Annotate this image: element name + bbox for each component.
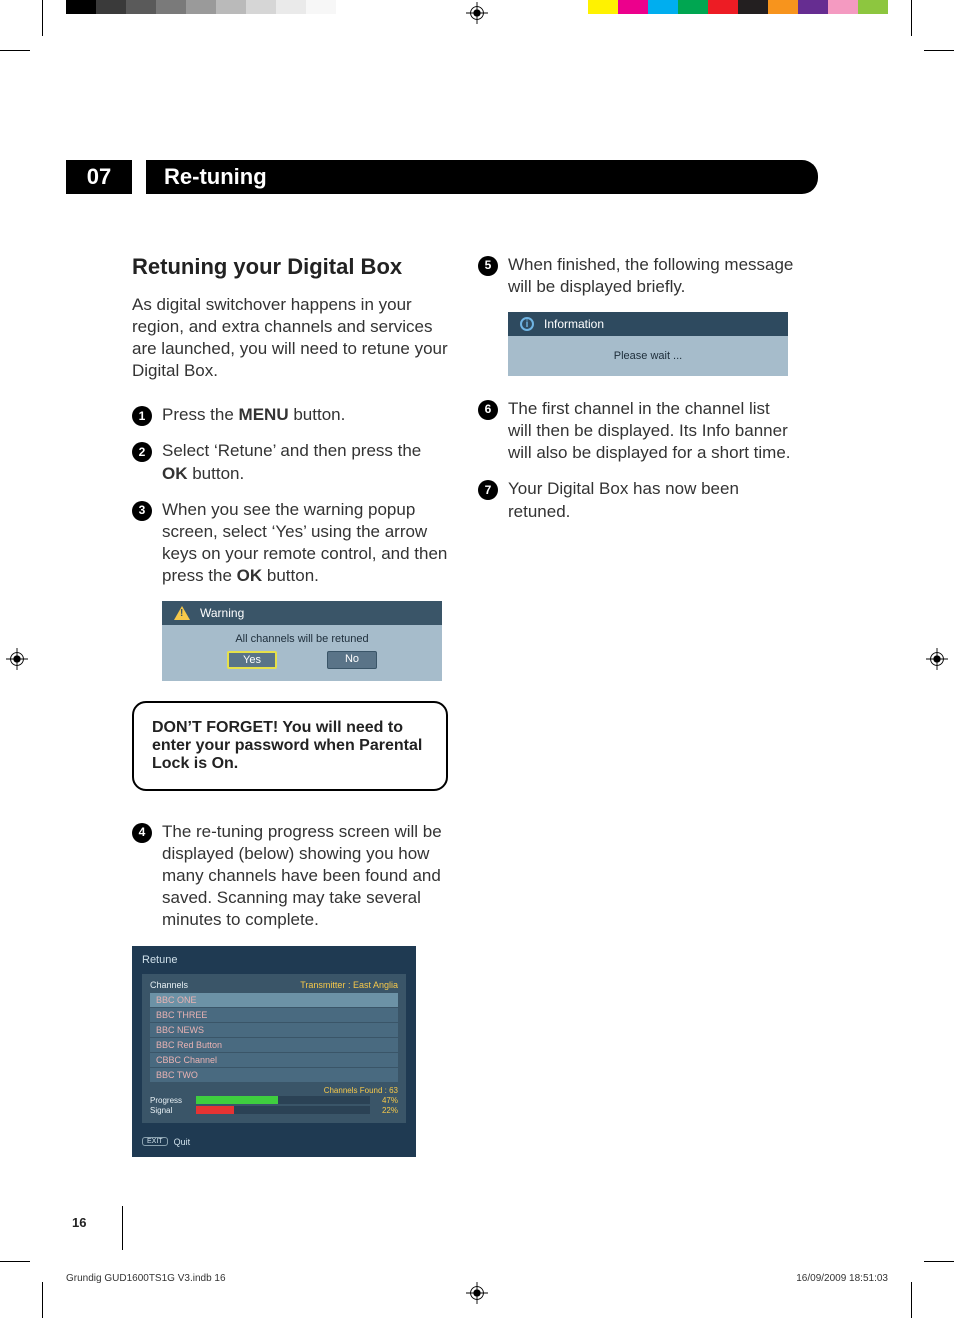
channel-row: BBC NEWS (150, 1023, 398, 1038)
swatch (126, 0, 156, 14)
exit-label: Quit (174, 1137, 191, 1147)
calibration-strip-right (588, 0, 888, 14)
swatch (798, 0, 828, 14)
crop-mark (911, 1282, 912, 1318)
dont-forget-note: DON’T FORGET! You will need to enter you… (132, 701, 448, 791)
step-6: 6 The first channel in the channel list … (478, 398, 794, 464)
page-number: 16 (72, 1215, 86, 1230)
registration-mark-icon (926, 648, 948, 670)
chapter-title: Re-tuning (146, 160, 818, 194)
swatch (858, 0, 888, 14)
swatch (246, 0, 276, 14)
intro-paragraph: As digital switchover happens in your re… (132, 294, 448, 382)
swatch (618, 0, 648, 14)
step-1: 1 Press the MENU button. (132, 404, 448, 426)
swatch (216, 0, 246, 14)
registration-mark-icon (6, 648, 28, 670)
swatch (648, 0, 678, 14)
warning-dialog-message: All channels will be retuned (162, 625, 442, 651)
swatch (588, 0, 618, 14)
step-2: 2 Select ‘Retune’ and then press the OK … (132, 440, 448, 484)
progress-percent: 47% (376, 1096, 398, 1105)
swatch (66, 0, 96, 14)
channel-row: BBC Red Button (150, 1038, 398, 1053)
step-number-icon: 2 (132, 442, 152, 462)
signal-percent: 22% (376, 1106, 398, 1115)
step-number-icon: 5 (478, 256, 498, 276)
crop-mark (42, 0, 43, 36)
step-number-icon: 6 (478, 400, 498, 420)
channels-found: Channels Found : 63 (150, 1086, 398, 1095)
progress-bar (196, 1096, 370, 1104)
swatch (156, 0, 186, 14)
footer-date: 16/09/2009 18:51:03 (796, 1273, 888, 1284)
step-3: 3 When you see the warning popup screen,… (132, 499, 448, 587)
footer-filename: Grundig GUD1600TS1G V3.indb 16 (66, 1273, 226, 1284)
step-4: 4 The re-tuning progress screen will be … (132, 821, 448, 931)
swatch (708, 0, 738, 14)
step-number-icon: 1 (132, 406, 152, 426)
information-dialog: i Information Please wait ... (508, 312, 788, 376)
signal-bar (196, 1106, 370, 1114)
calibration-strip-left (66, 0, 366, 14)
warning-dialog: Warning All channels will be retuned Yes… (162, 601, 442, 681)
no-button[interactable]: No (327, 651, 377, 669)
crop-mark (911, 0, 912, 36)
progress-label: Progress (150, 1096, 190, 1105)
registration-mark-icon (466, 2, 488, 24)
step-number-icon: 7 (478, 480, 498, 500)
channel-row: BBC TWO (150, 1068, 398, 1083)
info-icon: i (520, 317, 534, 331)
swatch (96, 0, 126, 14)
crop-mark (924, 50, 954, 51)
transmitter-label: Transmitter : East Anglia (300, 980, 398, 990)
warning-icon (174, 606, 190, 620)
retune-title: Retune (132, 946, 416, 974)
swatch (276, 0, 306, 14)
swatch (738, 0, 768, 14)
channel-row: BBC THREE (150, 1008, 398, 1023)
swatch (678, 0, 708, 14)
registration-mark-icon (466, 1282, 488, 1304)
section-heading: Retuning your Digital Box (132, 254, 448, 280)
column-left: Retuning your Digital Box As digital swi… (132, 254, 448, 1157)
swatch (768, 0, 798, 14)
crop-mark (924, 1261, 954, 1262)
page-content: 07 Re-tuning Retuning your Digital Box A… (66, 160, 818, 1157)
channels-label: Channels (150, 980, 188, 990)
signal-label: Signal (150, 1106, 190, 1115)
information-dialog-message: Please wait ... (508, 336, 788, 376)
swatch (828, 0, 858, 14)
crop-mark (0, 50, 30, 51)
page-number-divider (122, 1206, 123, 1250)
yes-button[interactable]: Yes (227, 651, 277, 669)
channel-list: BBC ONEBBC THREEBBC NEWSBBC Red ButtonCB… (150, 993, 398, 1083)
information-dialog-title: Information (544, 317, 604, 331)
channel-row: BBC ONE (150, 993, 398, 1008)
step-7: 7 Your Digital Box has now been retuned. (478, 478, 794, 522)
crop-mark (42, 1282, 43, 1318)
chapter-number: 07 (66, 160, 132, 194)
retune-progress-panel: Retune Channels Transmitter : East Angli… (132, 946, 416, 1157)
exit-key-icon[interactable]: EXIT (142, 1137, 168, 1146)
channel-row: CBBC Channel (150, 1053, 398, 1068)
swatch (306, 0, 336, 14)
step-5: 5 When finished, the following message w… (478, 254, 794, 298)
column-right: 5 When finished, the following message w… (478, 254, 794, 1157)
warning-dialog-title: Warning (200, 606, 244, 620)
chapter-header: 07 Re-tuning (66, 160, 818, 194)
crop-mark (0, 1261, 30, 1262)
swatch (186, 0, 216, 14)
step-number-icon: 4 (132, 823, 152, 843)
step-number-icon: 3 (132, 501, 152, 521)
swatch (336, 0, 366, 14)
